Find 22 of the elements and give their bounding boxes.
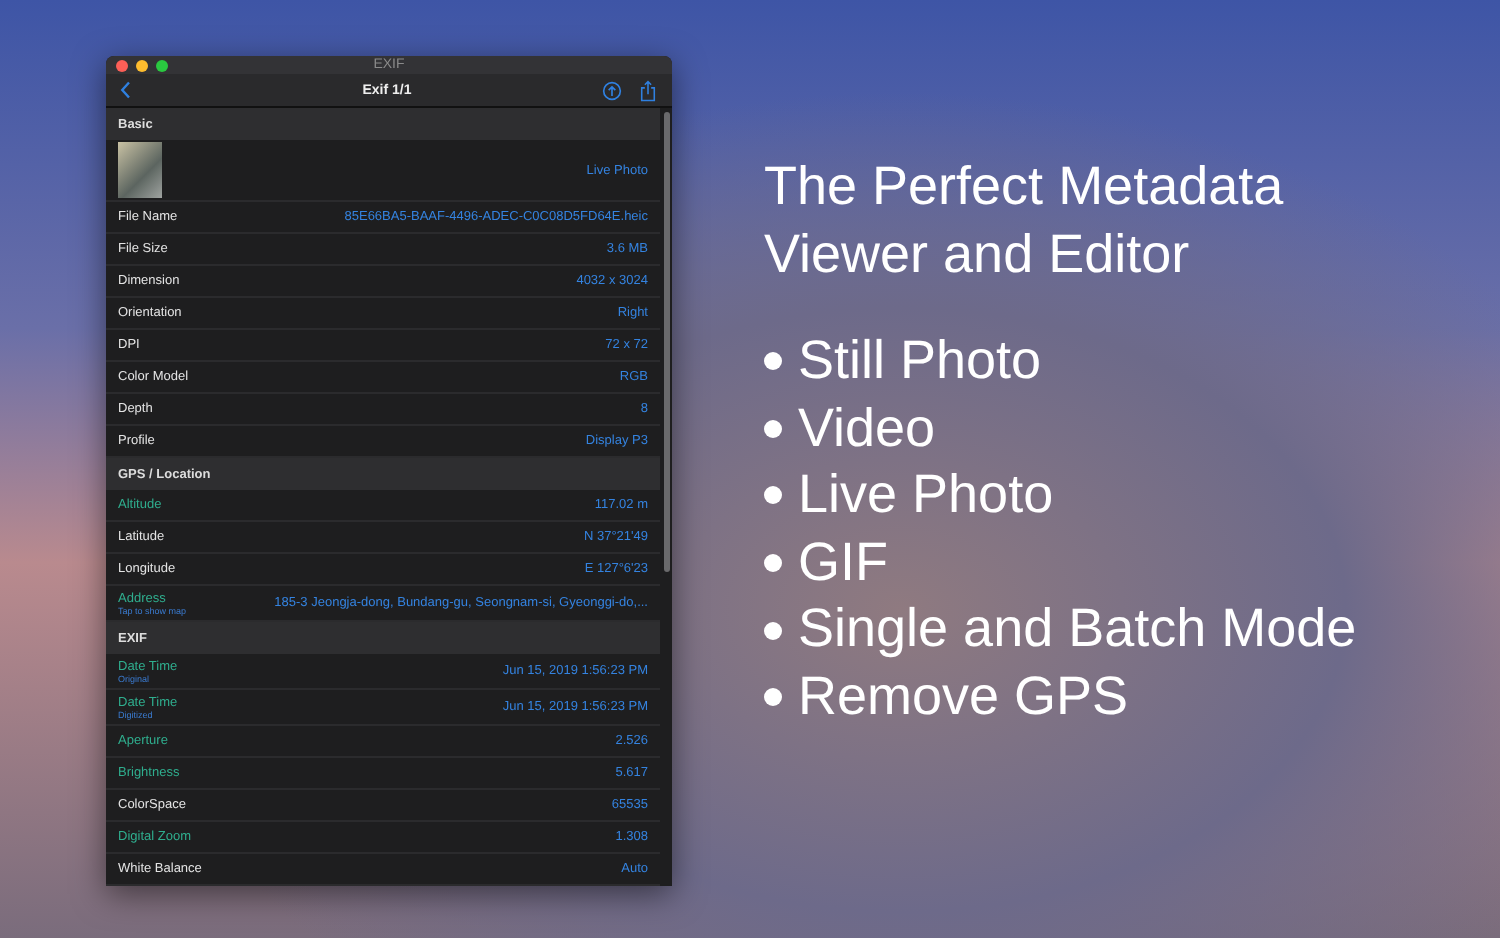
feature-item: Single and Batch Mode <box>798 596 1357 663</box>
bullet-icon <box>764 486 782 505</box>
bullet-icon <box>764 419 782 438</box>
feature-item: GIF <box>798 529 888 596</box>
minimize-button[interactable] <box>136 59 148 72</box>
photo-thumbnail[interactable] <box>118 142 162 198</box>
feature-item: Video <box>798 395 936 462</box>
headline: The Perfect Metadata <box>764 154 1286 220</box>
feature-item: Live Photo <box>798 462 1054 529</box>
bullet-icon <box>764 352 782 371</box>
share-icon[interactable] <box>638 79 658 102</box>
bullet-icon <box>764 554 782 573</box>
feature-item: Remove GPS <box>798 663 1129 730</box>
feature-item: Still Photo <box>798 328 1042 394</box>
bullet-icon <box>764 688 782 707</box>
up-arrow-circle-icon[interactable] <box>602 79 622 102</box>
scrollbar[interactable] <box>664 112 670 572</box>
back-icon[interactable] <box>120 80 132 101</box>
zoom-button[interactable] <box>156 59 168 72</box>
headline: Viewer and Editor <box>764 222 1192 288</box>
close-button[interactable] <box>116 59 128 72</box>
bullet-icon <box>764 621 782 640</box>
